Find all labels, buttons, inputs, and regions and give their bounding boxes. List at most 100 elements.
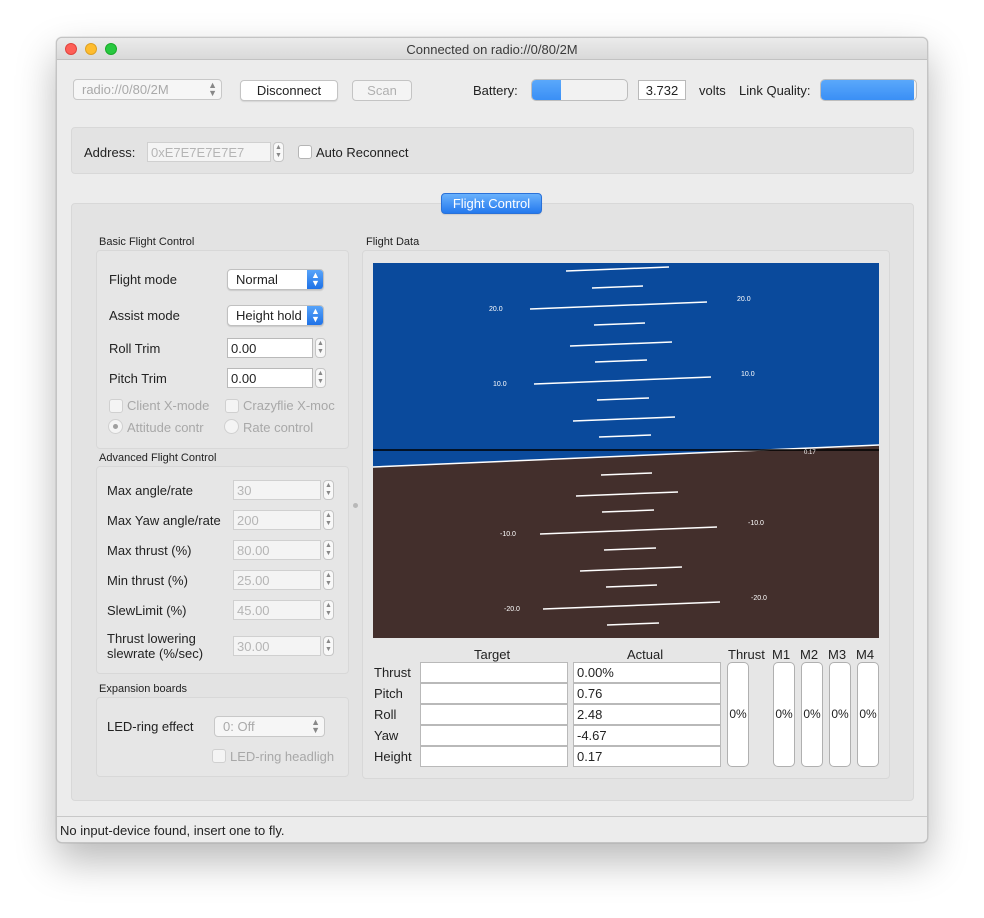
flight-mode-value: Normal [236, 272, 278, 287]
thrust-bar-value: 0% [729, 707, 747, 721]
flight-mode-select[interactable]: Normal ▲ ▼ [227, 269, 324, 290]
pitch-label-minus10-left: -10.0 [500, 531, 516, 538]
assist-mode-select[interactable]: Height hold ▲ ▼ [227, 305, 324, 326]
led-ring-headlight-label: LED-ring headligh [230, 749, 335, 764]
target-header: Target [474, 647, 511, 662]
thrust-lowering-stepper[interactable]: ▲ ▼ [323, 636, 334, 656]
advanced-flight-control-title: Advanced Flight Control [99, 452, 217, 464]
pitch-row-label: Pitch [374, 686, 403, 701]
status-message: No input-device found, insert one to fly… [60, 823, 285, 838]
address-stepper[interactable]: ▲ ▼ [273, 142, 284, 162]
client-xmode-checkbox[interactable] [109, 399, 123, 413]
height-actual-field: 0.17 [573, 746, 721, 767]
min-thrust-stepper[interactable]: ▲ ▼ [323, 570, 334, 590]
pitch-label-minus20-left: -20.0 [504, 606, 520, 613]
min-thrust-label: Min thrust (%) [107, 573, 188, 588]
m1-bar: 0% [773, 662, 795, 767]
updown-arrow-icon: ▲ ▼ [307, 306, 323, 325]
updown-arrow-icon: ▲ ▼ [311, 717, 320, 735]
assist-mode-value: Height hold [236, 308, 302, 323]
crazyflie-xmode-checkbox[interactable] [225, 399, 239, 413]
thrust-bar: 0% [727, 662, 749, 767]
tab-flight-control[interactable]: Flight Control [441, 193, 542, 214]
led-ring-effect-select[interactable]: 0: Off ▲ ▼ [214, 716, 325, 737]
m3-bar: 0% [829, 662, 851, 767]
battery-bar [531, 79, 628, 101]
height-row-label: Height [374, 749, 412, 764]
updown-arrow-icon: ▲ ▼ [208, 80, 217, 98]
m3-bar-value: 0% [831, 707, 849, 721]
m2-bar-label: M2 [800, 647, 819, 662]
max-angle-stepper[interactable]: ▲ ▼ [323, 480, 334, 500]
disconnect-button[interactable]: Disconnect [240, 80, 338, 101]
led-ring-headlight-checkbox[interactable] [212, 749, 226, 763]
roll-actual-field: 2.48 [573, 704, 721, 725]
artificial-horizon: 20.0 20.0 10.0 10.0 -10.0 -10.0 -20.0 -2… [373, 263, 879, 638]
thrust-target-field [420, 662, 568, 683]
m3-bar-label: M3 [828, 647, 847, 662]
attitude-control-label: Attitude contr [127, 420, 204, 435]
m2-bar: 0% [801, 662, 823, 767]
address-label: Address: [84, 145, 136, 160]
height-target-field [420, 746, 568, 767]
roll-target-field [420, 704, 568, 725]
m2-bar-value: 0% [803, 707, 821, 721]
auto-reconnect-label: Auto Reconnect [316, 145, 409, 160]
pitch-label-20-left: 20.0 [489, 306, 503, 313]
pitch-label-minus10-right: -10.0 [748, 520, 764, 527]
flight-mode-label: Flight mode [109, 272, 177, 287]
slew-limit-stepper[interactable]: ▲ ▼ [323, 600, 334, 620]
expansion-boards-title: Expansion boards [99, 683, 188, 695]
address-field[interactable]: 0xE7E7E7E7E7 [147, 142, 271, 162]
title-bar: Connected on radio://0/80/2M [57, 38, 927, 60]
thrust-lowering-field[interactable]: 30.00 [233, 636, 321, 656]
pitch-label-minus20-right: -20.0 [751, 595, 767, 602]
m1-bar-value: 0% [775, 707, 793, 721]
max-angle-field[interactable]: 30 [233, 480, 321, 500]
height-readout: 0.17 [804, 450, 816, 456]
battery-label: Battery: [473, 83, 518, 98]
min-thrust-field[interactable]: 25.00 [233, 570, 321, 590]
pitch-label-20-right: 20.0 [737, 296, 751, 303]
link-quality-fill [821, 80, 915, 100]
attitude-control-radio[interactable] [108, 419, 123, 434]
led-ring-effect-label: LED-ring effect [107, 719, 194, 734]
uri-select-value: radio://0/80/2M [82, 82, 169, 97]
max-thrust-field[interactable]: 80.00 [233, 540, 321, 560]
thrust-actual-field: 0.00% [573, 662, 721, 683]
m1-bar-label: M1 [772, 647, 791, 662]
rate-control-radio[interactable] [224, 419, 239, 434]
yaw-actual-field: -4.67 [573, 725, 721, 746]
flight-data-title: Flight Data [366, 236, 420, 248]
assist-mode-label: Assist mode [109, 308, 180, 323]
pitch-label-10-right: 10.0 [741, 371, 755, 378]
thrust-bar-label: Thrust [728, 647, 765, 662]
max-yaw-label: Max Yaw angle/rate [107, 513, 221, 528]
max-thrust-stepper[interactable]: ▲ ▼ [323, 540, 334, 560]
thrust-lowering-label: Thrust lowering slewrate (%/sec) [107, 631, 203, 661]
thrust-lowering-line1: Thrust lowering [107, 631, 196, 646]
splitter-handle-vertical[interactable] [353, 503, 358, 508]
m4-bar-label: M4 [856, 647, 875, 662]
link-quality-label: Link Quality: [739, 83, 811, 98]
max-yaw-stepper[interactable]: ▲ ▼ [323, 510, 334, 530]
max-yaw-field[interactable]: 200 [233, 510, 321, 530]
pitch-target-field [420, 683, 568, 704]
pitch-trim-field[interactable]: 0.00 [227, 368, 313, 388]
slew-limit-field[interactable]: 45.00 [233, 600, 321, 620]
thrust-lowering-line2: slewrate (%/sec) [107, 646, 204, 661]
window-title: Connected on radio://0/80/2M [406, 42, 578, 57]
m4-bar-value: 0% [859, 707, 877, 721]
pitch-label-10-left: 10.0 [493, 381, 507, 388]
scan-button[interactable]: Scan [352, 80, 412, 101]
roll-trim-field[interactable]: 0.00 [227, 338, 313, 358]
uri-select[interactable]: radio://0/80/2M ▲ ▼ [73, 79, 222, 100]
link-quality-bar [820, 79, 917, 101]
auto-reconnect-checkbox[interactable] [298, 145, 312, 159]
pitch-trim-stepper[interactable]: ▲ ▼ [315, 368, 326, 388]
roll-trim-stepper[interactable]: ▲ ▼ [315, 338, 326, 358]
yaw-target-field [420, 725, 568, 746]
expansion-boards-group [96, 697, 349, 777]
yaw-row-label: Yaw [374, 728, 399, 743]
updown-arrow-icon: ▲ ▼ [307, 270, 323, 289]
